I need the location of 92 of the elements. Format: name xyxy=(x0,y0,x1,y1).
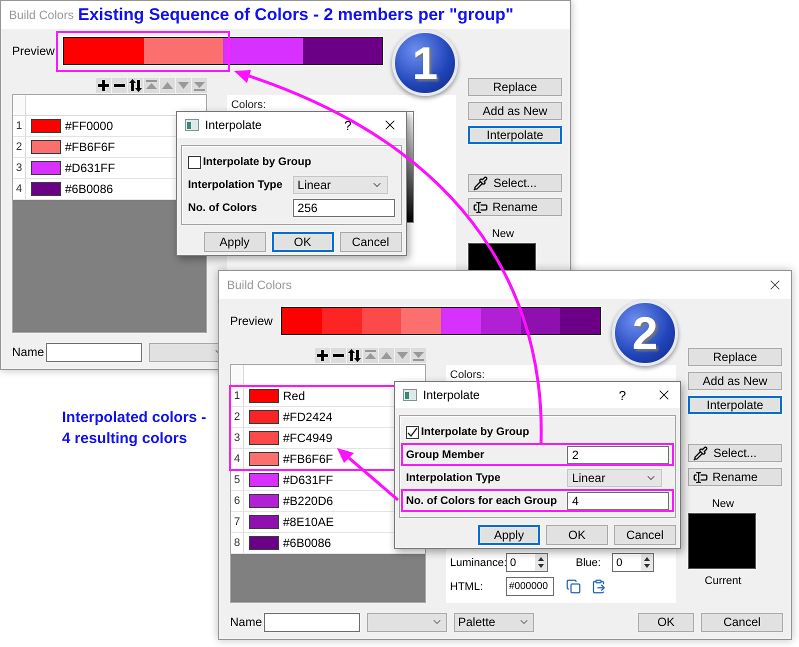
spin-arrows-icon[interactable] xyxy=(534,554,547,571)
swap-icon[interactable] xyxy=(347,348,362,363)
annotation-text: Interpolated colors - 4 resulting colors xyxy=(62,408,206,449)
input-field[interactable]: 256 xyxy=(292,198,395,216)
row-number: 4 xyxy=(231,449,244,469)
side-button[interactable]: Add as New xyxy=(688,372,782,390)
spin-label: Blue: xyxy=(576,556,602,568)
checkbox[interactable] xyxy=(406,426,419,438)
dialog-title: Interpolate xyxy=(205,118,263,132)
color-name: #B220D6 xyxy=(283,494,334,508)
dialog-title: Interpolate xyxy=(423,388,481,402)
rename-icon xyxy=(693,470,708,484)
color-name: #FB6F6F xyxy=(65,140,116,154)
side-button[interactable]: Rename xyxy=(468,198,562,216)
color-name: #6B0086 xyxy=(65,182,114,196)
row-number: 2 xyxy=(13,137,26,157)
color-name: #FB6F6F xyxy=(283,452,334,466)
window-title: Build Colors xyxy=(9,8,74,22)
color-name: #D631FF xyxy=(283,473,334,487)
help-button[interactable]: ? xyxy=(618,388,626,402)
window-icon xyxy=(403,389,417,401)
eyedropper-icon xyxy=(473,176,488,190)
side-button[interactable]: Interpolate xyxy=(468,126,562,144)
copy-icon[interactable] xyxy=(566,579,581,594)
swatch-caption: New xyxy=(490,228,515,240)
plus-icon[interactable] xyxy=(315,348,330,363)
dialog-button[interactable]: OK xyxy=(272,232,334,252)
eyedropper-icon xyxy=(693,446,708,460)
html-field[interactable]: #000000 xyxy=(506,577,554,596)
arrow xyxy=(337,448,399,502)
spin-field[interactable]: 0 xyxy=(506,553,548,572)
row-number: 5 xyxy=(231,470,244,490)
annotation-text: Existing Sequence of Colors - 2 members per "group" xyxy=(78,4,514,26)
colors-label: Colors: xyxy=(231,99,267,111)
window-title: Build Colors xyxy=(227,278,292,292)
color-name: #D631FF xyxy=(65,161,116,175)
minus-icon[interactable] xyxy=(331,348,346,363)
dialog-button[interactable]: Cancel xyxy=(340,232,402,252)
preview-label: Preview xyxy=(230,314,274,328)
row-number: 3 xyxy=(231,428,244,448)
color-name: #FF0000 xyxy=(65,119,114,133)
side-button[interactable]: Select... xyxy=(688,444,782,462)
row-number: 7 xyxy=(231,512,244,532)
swatch-caption: New xyxy=(710,498,735,510)
type-dropdown[interactable]: Linear xyxy=(292,176,388,194)
side-button[interactable]: Rename xyxy=(688,468,782,486)
swap-icon[interactable] xyxy=(128,78,144,93)
row-number: 1 xyxy=(231,386,244,406)
name-field[interactable] xyxy=(264,612,360,632)
dialog-button[interactable]: Cancel xyxy=(701,612,783,632)
color-name: #8E10AE xyxy=(283,515,334,529)
row-number: 8 xyxy=(231,533,244,553)
spin-arrows-icon[interactable] xyxy=(640,554,653,571)
input-field[interactable]: 2 xyxy=(566,446,669,464)
minus-icon[interactable] xyxy=(112,78,128,93)
dropdown[interactable]: Palette xyxy=(454,612,534,632)
name-label: Name xyxy=(230,615,264,629)
dialog-button[interactable]: OK xyxy=(638,612,694,632)
input-field[interactable]: 4 xyxy=(566,492,669,510)
checkbox[interactable] xyxy=(188,156,201,168)
dialog-button[interactable]: Cancel xyxy=(614,525,676,545)
type-dropdown[interactable]: Linear xyxy=(566,468,662,486)
side-button[interactable]: Replace xyxy=(468,78,562,96)
color-name: #FD2424 xyxy=(283,410,332,424)
row-number: 2 xyxy=(231,407,244,427)
preview-label: Preview xyxy=(12,44,56,58)
color-name: #FC4949 xyxy=(283,431,332,445)
row-number: 4 xyxy=(13,179,26,199)
html-label: HTML: xyxy=(450,580,484,592)
dialog-button[interactable]: OK xyxy=(546,525,608,545)
paste-icon[interactable] xyxy=(591,579,606,594)
color-name: Red xyxy=(283,389,306,403)
color-name: #6B0086 xyxy=(283,536,332,550)
name-label: Name xyxy=(12,345,46,359)
side-button[interactable]: Interpolate xyxy=(688,396,782,414)
window-icon xyxy=(185,119,199,131)
help-button[interactable]: ? xyxy=(344,118,352,132)
dialog-button[interactable]: Apply xyxy=(204,232,266,252)
swatch-caption: Current xyxy=(704,575,742,587)
side-button[interactable]: Select... xyxy=(468,174,562,192)
colors-label: Colors: xyxy=(450,369,486,381)
name-field[interactable] xyxy=(46,342,142,362)
side-button[interactable]: Replace xyxy=(688,348,782,366)
dialog-button[interactable]: Apply xyxy=(478,525,540,545)
rename-icon xyxy=(473,200,488,214)
side-button[interactable]: Add as New xyxy=(468,102,562,120)
row-number: 6 xyxy=(231,491,244,511)
row-number: 3 xyxy=(13,158,26,178)
spin-field[interactable]: 0 xyxy=(612,553,654,572)
row-number: 1 xyxy=(13,116,26,136)
field-label: No. of Colors xyxy=(188,202,258,214)
plus-icon[interactable] xyxy=(96,78,112,93)
